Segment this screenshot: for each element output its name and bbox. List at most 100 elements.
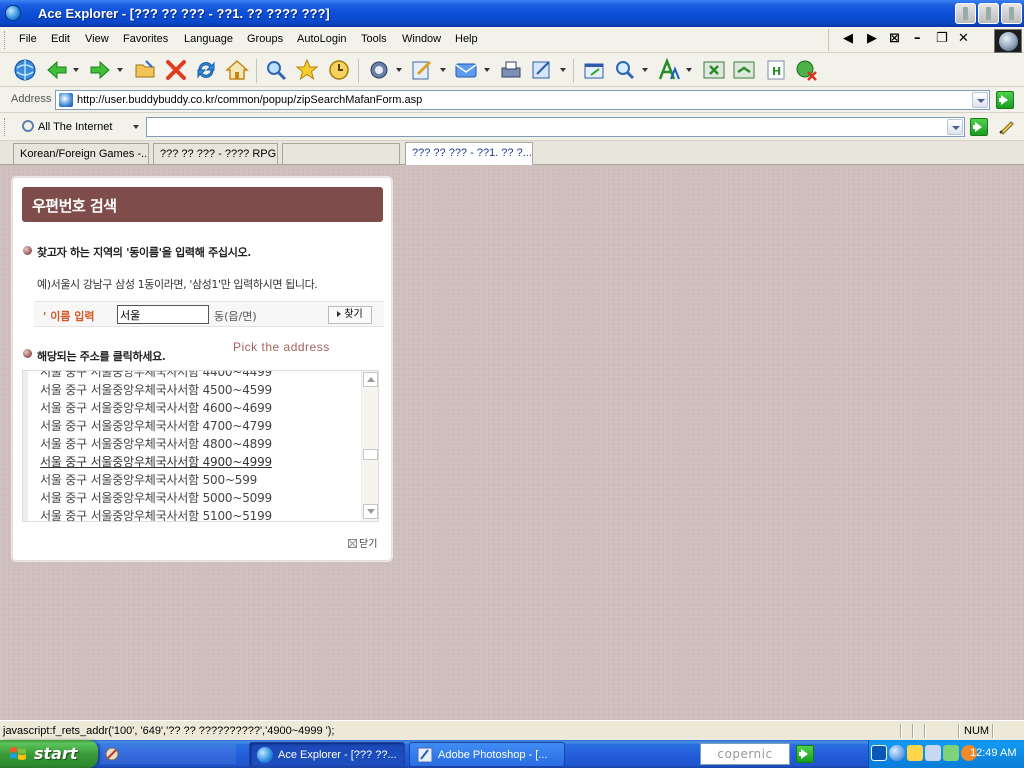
edit-page-icon[interactable]	[410, 58, 434, 82]
list-item[interactable]: 서울 중구 서울중앙우체국사서함 4700~4799	[40, 417, 272, 434]
start-button[interactable]: start	[0, 740, 98, 768]
speaker-icon[interactable]	[925, 745, 941, 761]
home-globe-icon[interactable]	[13, 58, 37, 82]
search-go-button[interactable]	[970, 118, 988, 136]
menu-tools[interactable]: Tools	[361, 33, 387, 45]
print-icon[interactable]	[499, 58, 523, 82]
toolbar-grip[interactable]	[4, 118, 7, 136]
tab-rpg[interactable]: ??? ?? ??? - ???? RPG	[153, 143, 278, 164]
settings-dropdown-icon[interactable]	[396, 68, 402, 72]
list-item[interactable]: 서울 중구 서울중앙우체국사서함 4600~4699	[40, 399, 272, 416]
title-bar[interactable]: Ace Explorer - [??? ?? ??? - ??1. ?? ???…	[0, 0, 1024, 27]
zoom-dropdown-icon[interactable]	[642, 68, 648, 72]
close-button[interactable]	[1001, 3, 1022, 24]
menu-file[interactable]: File	[19, 33, 37, 45]
home-icon[interactable]	[225, 58, 249, 82]
menu-help[interactable]: Help	[455, 33, 478, 45]
ime-language-icon[interactable]	[871, 745, 887, 761]
mail-icon[interactable]	[454, 58, 478, 82]
list-item[interactable]: 서울 중구 서울중앙우체국사서함 5100~5199	[40, 507, 272, 521]
search-icon[interactable]	[264, 58, 288, 82]
menu-window[interactable]: Window	[402, 33, 441, 45]
close-child-icon[interactable]: ✕	[958, 31, 969, 46]
next-window-icon[interactable]: ▶	[867, 31, 877, 46]
forward-dropdown-icon[interactable]	[117, 68, 123, 72]
scroll-thumb[interactable]	[363, 449, 378, 460]
menu-view[interactable]: View	[85, 33, 109, 45]
menu-groups[interactable]: Groups	[247, 33, 283, 45]
refresh-icon[interactable]	[194, 58, 218, 82]
close-icon	[348, 539, 357, 548]
close-tab-icon[interactable]	[702, 58, 726, 82]
scroll-up-button[interactable]	[363, 372, 378, 387]
messenger-icon[interactable]	[943, 745, 959, 761]
minimize-button[interactable]	[955, 3, 976, 24]
taskbar: start Ace Explorer - [??? ??... Adobe Ph…	[0, 740, 1024, 768]
list-item[interactable]: 서울 중구 서울중앙우체국사서함 4800~4899	[40, 435, 272, 452]
back-icon[interactable]	[45, 58, 69, 82]
popup-close-button[interactable]: 닫기	[348, 535, 377, 550]
list-item-hovered[interactable]: 서울 중구 서울중앙우체국사서함 4900~4999	[40, 453, 272, 470]
address-url[interactable]: http://user.buddybuddy.co.kr/common/popu…	[77, 94, 422, 106]
zoom-icon[interactable]	[613, 58, 637, 82]
close-all-icon[interactable]: ⊠	[889, 31, 900, 46]
stop-icon[interactable]	[164, 58, 188, 82]
ace-explorer-task-icon	[257, 747, 273, 763]
back-dropdown-icon[interactable]	[73, 68, 79, 72]
list-scrollbar[interactable]	[361, 371, 378, 521]
forward-icon[interactable]	[88, 58, 112, 82]
address-dropdown-button[interactable]	[972, 92, 988, 108]
list-item[interactable]: 서울 중구 서울중앙우체국사서함 4400~4499	[40, 371, 272, 380]
copernic-search-box[interactable]: copernic	[700, 743, 790, 765]
save-page-icon[interactable]	[732, 58, 756, 82]
maximize-button[interactable]	[978, 3, 999, 24]
mail-dropdown-icon[interactable]	[484, 68, 490, 72]
copernic-go-button[interactable]	[796, 745, 814, 763]
status-panel	[958, 724, 960, 738]
search-scope-selector[interactable]: All The Internet	[22, 120, 112, 133]
list-item[interactable]: 서울 중구 서울중앙우체국사서함 4500~4599	[40, 381, 272, 398]
scroll-down-button[interactable]	[363, 504, 378, 519]
address-go-button[interactable]	[996, 91, 1014, 109]
write-dropdown-icon[interactable]	[560, 68, 566, 72]
tab-blank[interactable]	[282, 143, 400, 164]
ace-explorer-icon[interactable]	[5, 5, 21, 21]
menu-favorites[interactable]: Favorites	[123, 33, 168, 45]
font-size-icon[interactable]	[657, 58, 681, 82]
history-icon[interactable]	[327, 58, 351, 82]
highlight-pen-icon[interactable]	[998, 117, 1016, 135]
previous-window-icon[interactable]: ◀	[843, 31, 853, 46]
network-globe-icon[interactable]	[889, 745, 905, 761]
edit-dropdown-icon[interactable]	[440, 68, 446, 72]
restore-child-icon[interactable]: ❐	[936, 31, 948, 46]
find-button[interactable]: 찾기	[328, 306, 372, 324]
quick-launch-icon[interactable]	[104, 746, 120, 762]
menu-autologin[interactable]: AutoLogin	[297, 33, 347, 45]
search-dropdown-button[interactable]	[947, 119, 963, 135]
task-adobe-photoshop[interactable]: Adobe Photoshop - [...	[409, 742, 565, 767]
block-popup-icon[interactable]	[794, 58, 818, 82]
task-ace-explorer[interactable]: Ace Explorer - [??? ??...	[249, 742, 405, 767]
new-window-icon[interactable]	[582, 58, 606, 82]
font-dropdown-icon[interactable]	[686, 68, 692, 72]
address-result-list[interactable]: 서울 중구 서울중앙우체국사서함 4400~4499 서울 중구 서울중앙우체국…	[22, 370, 379, 522]
write-icon[interactable]	[530, 58, 554, 82]
list-item[interactable]: 서울 중구 서울중앙우체국사서함 500~599	[40, 471, 257, 488]
toolbar-grip[interactable]	[4, 31, 7, 49]
tab-korean-foreign-games[interactable]: Korean/Foreign Games -...	[13, 143, 149, 164]
tab-zipcode-search[interactable]: ??? ?? ??? - ??1. ?? ?...	[405, 142, 533, 165]
search-scope-dropdown-icon[interactable]	[133, 125, 139, 129]
menu-language[interactable]: Language	[184, 33, 233, 45]
settings-gear-icon[interactable]	[367, 58, 391, 82]
minimize-child-icon[interactable]: –	[914, 31, 921, 46]
dong-name-input[interactable]	[117, 305, 209, 324]
find-arrow-icon	[337, 311, 342, 317]
open-folder-icon[interactable]	[134, 58, 158, 82]
menu-edit[interactable]: Edit	[51, 33, 70, 45]
search-input[interactable]	[146, 117, 965, 137]
address-input[interactable]: http://user.buddybuddy.co.kr/common/popu…	[55, 90, 990, 110]
ace-tray-icon[interactable]	[907, 745, 923, 761]
list-item[interactable]: 서울 중구 서울중앙우체국사서함 5000~5099	[40, 489, 272, 506]
favorites-star-icon[interactable]	[295, 58, 319, 82]
html-source-icon[interactable]: H	[764, 58, 788, 82]
